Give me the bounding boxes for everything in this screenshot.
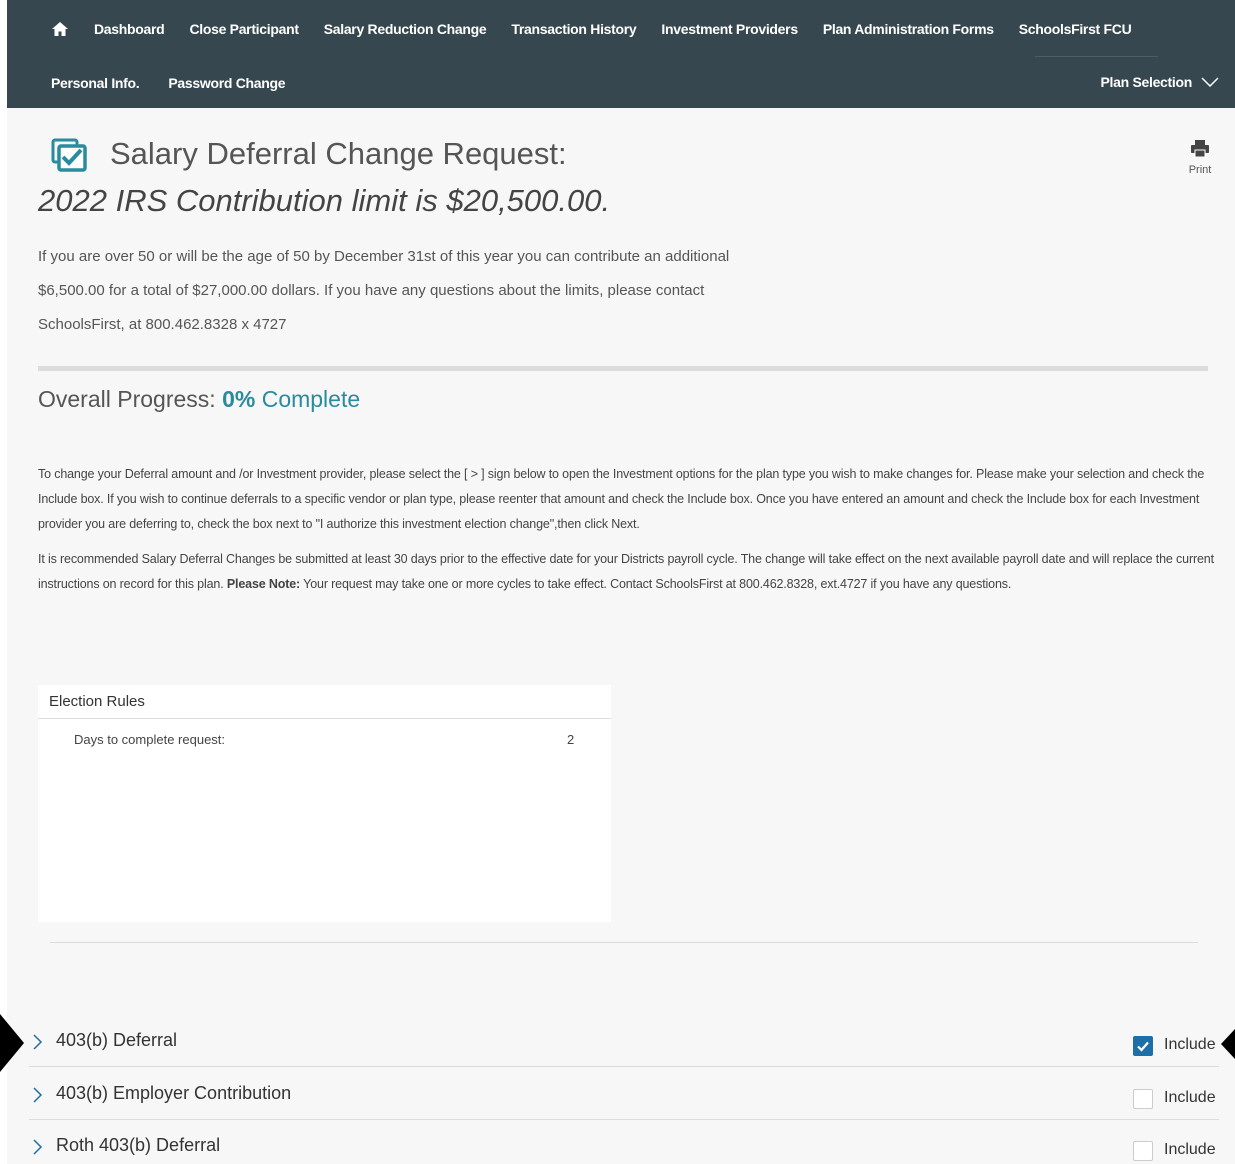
plan-row-403b-employer-contribution[interactable]: 403(b) Employer Contribution Include (29, 1068, 1219, 1120)
include-label[interactable]: Include (1164, 1141, 1216, 1159)
rule-label: Days to complete request: (74, 732, 226, 747)
section-divider (50, 942, 1198, 943)
overall-progress: Overall Progress: 0% Complete (38, 386, 360, 413)
home-icon[interactable] (51, 20, 69, 38)
chevron-right-icon[interactable] (33, 1034, 43, 1050)
nav-transaction-history[interactable]: Transaction History (511, 21, 636, 37)
section-divider (38, 366, 1208, 371)
plan-name[interactable]: 403(b) Employer Contribution (56, 1083, 291, 1104)
please-note-label: Please Note: (226, 577, 301, 591)
intro-line: $6,500.00 for a total of $27,000.00 doll… (38, 282, 705, 299)
chevron-right-icon[interactable] (33, 1087, 43, 1103)
plan-selection-dropdown[interactable]: Plan Selection (1101, 74, 1220, 90)
print-label: Print (1188, 164, 1212, 176)
election-rules-panel: Election Rules Days to complete request:… (38, 685, 611, 922)
progress-suffix: Complete (255, 386, 361, 412)
chevron-right-icon[interactable] (33, 1139, 43, 1155)
nav-plan-administration-forms[interactable]: Plan Administration Forms (823, 21, 994, 37)
instructions-text: Your request may take one or more cycles… (300, 577, 1012, 591)
include-label[interactable]: Include (1164, 1036, 1216, 1054)
progress-percent: 0% (222, 386, 256, 412)
right-marker-arrow (1221, 1029, 1235, 1059)
include-checkbox[interactable] (1133, 1141, 1153, 1161)
printer-icon (1191, 140, 1209, 158)
progress-label: Overall Progress: (38, 386, 223, 412)
plan-selection-label: Plan Selection (1100, 74, 1193, 90)
nav-row-secondary: Personal Info. Password Change (7, 57, 286, 108)
left-marker-arrow (0, 1014, 24, 1072)
nav-dashboard[interactable]: Dashboard (94, 21, 165, 37)
plan-row-roth-403b-deferral[interactable]: Roth 403(b) Deferral Include (29, 1120, 1219, 1164)
nav-row-primary: Dashboard Close Participant Salary Reduc… (7, 0, 1132, 57)
chevron-down-icon (1201, 77, 1219, 87)
instructions: To change your Deferral amount and /or I… (38, 462, 1218, 597)
top-nav: Dashboard Close Participant Salary Reduc… (7, 0, 1235, 108)
nav-separator (1035, 56, 1158, 57)
age-50-notice: If you are over 50 or will be the age of… (38, 240, 818, 342)
contribution-limit-heading: 2022 IRS Contribution limit is $20,500.0… (38, 183, 611, 218)
nav-investment-providers[interactable]: Investment Providers (661, 21, 798, 37)
nav-salary-reduction-change[interactable]: Salary Reduction Change (324, 21, 487, 37)
include-label[interactable]: Include (1164, 1089, 1216, 1107)
page: Dashboard Close Participant Salary Reduc… (7, 0, 1235, 1164)
include-checkbox[interactable] (1133, 1089, 1153, 1109)
row-divider (29, 1066, 1219, 1067)
instructions-paragraph: To change your Deferral amount and /or I… (38, 467, 1205, 531)
page-title: Salary Deferral Change Request: (110, 136, 567, 171)
plan-row-403b-deferral[interactable]: 403(b) Deferral Include (29, 1015, 1219, 1067)
include-checkbox[interactable] (1133, 1036, 1153, 1056)
intro-line: SchoolsFirst, at 800.462.8328 x 4727 (38, 316, 287, 333)
plan-name[interactable]: 403(b) Deferral (56, 1030, 177, 1051)
checklist-icon (51, 138, 89, 172)
print-button[interactable]: Print (1185, 140, 1215, 176)
election-rules-title: Election Rules (38, 685, 611, 719)
nav-personal-info[interactable]: Personal Info. (51, 75, 140, 91)
nav-password-change[interactable]: Password Change (168, 75, 285, 91)
plan-name[interactable]: Roth 403(b) Deferral (56, 1135, 220, 1156)
rule-value: 2 (567, 732, 575, 747)
intro-line: If you are over 50 or will be the age of… (38, 248, 730, 265)
nav-close-participant[interactable]: Close Participant (189, 21, 299, 37)
instructions-paragraph: It is recommended Salary Deferral Change… (38, 547, 1218, 597)
election-rule-row: Days to complete request: 2 (38, 719, 611, 759)
nav-schoolsfirst-fcu[interactable]: SchoolsFirst FCU (1019, 21, 1132, 37)
checkmark-icon (1137, 1041, 1149, 1052)
